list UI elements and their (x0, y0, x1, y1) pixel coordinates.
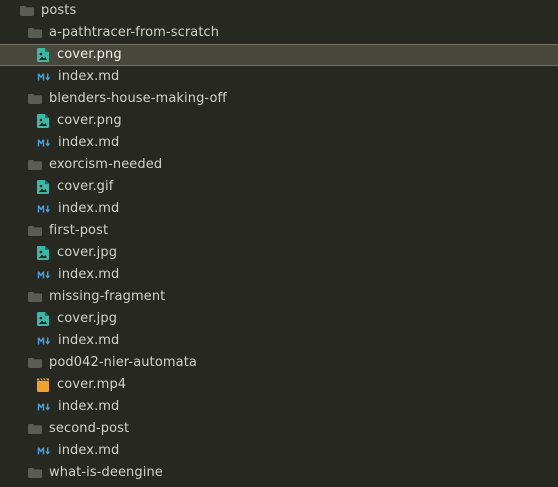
markdown-file-icon (37, 138, 51, 148)
tree-item-label: index.md (58, 201, 120, 216)
tree-folder-row[interactable]: pod042-nier-automata (0, 352, 558, 374)
tree-item-label: a-pathtracer-from-scratch (49, 25, 220, 40)
tree-file-row[interactable]: index.md (0, 330, 558, 352)
video-file-icon (37, 378, 49, 392)
tree-folder-row[interactable]: blenders-house-making-off (0, 88, 558, 110)
tree-file-row[interactable]: cover.png (0, 44, 558, 66)
image-file-icon (37, 180, 49, 194)
tree-item-label: blenders-house-making-off (49, 91, 227, 106)
image-file-icon (37, 48, 49, 62)
tree-item-label: index.md (58, 443, 120, 458)
tree-item-label: index.md (58, 333, 120, 348)
tree-item-label: first-post (49, 223, 109, 238)
tree-file-row[interactable]: index.md (0, 198, 558, 220)
tree-file-row[interactable]: index.md (0, 264, 558, 286)
tree-folder-row[interactable]: second-post (0, 418, 558, 440)
tree-item-label: pod042-nier-automata (49, 355, 197, 370)
tree-folder-row[interactable]: first-post (0, 220, 558, 242)
tree-folder-row[interactable]: what-is-deengine (0, 462, 558, 484)
folder-icon (28, 292, 42, 302)
tree-item-label: cover.jpg (57, 311, 118, 326)
folder-icon (28, 160, 42, 170)
markdown-file-icon (37, 446, 51, 456)
tree-file-row[interactable]: index.md (0, 132, 558, 154)
folder-icon (28, 226, 42, 236)
tree-folder-row[interactable]: a-pathtracer-from-scratch (0, 22, 558, 44)
tree-item-label: cover.png (57, 113, 122, 128)
tree-item-label: cover.gif (57, 179, 114, 194)
markdown-file-icon (37, 204, 51, 214)
markdown-file-icon (37, 402, 51, 412)
tree-folder-row[interactable]: posts (0, 0, 558, 22)
folder-icon (28, 468, 42, 478)
tree-folder-row[interactable]: exorcism-needed (0, 154, 558, 176)
markdown-file-icon (37, 72, 51, 82)
tree-file-row[interactable]: cover.gif (0, 176, 558, 198)
image-file-icon (37, 246, 49, 260)
folder-icon (28, 94, 42, 104)
tree-file-row[interactable]: index.md (0, 440, 558, 462)
tree-file-row[interactable]: cover.mp4 (0, 374, 558, 396)
tree-file-row[interactable]: index.md (0, 396, 558, 418)
tree-file-row[interactable]: cover.jpg (0, 308, 558, 330)
tree-item-label: second-post (49, 421, 130, 436)
tree-item-label: exorcism-needed (49, 157, 163, 172)
tree-item-label: posts (41, 3, 77, 18)
tree-file-row[interactable]: cover.jpg (0, 242, 558, 264)
tree-item-label: what-is-deengine (49, 465, 163, 480)
tree-item-label: cover.mp4 (57, 377, 127, 392)
tree-file-row[interactable]: index.md (0, 66, 558, 88)
folder-icon (28, 28, 42, 38)
tree-item-label: index.md (58, 135, 120, 150)
folder-icon (20, 6, 34, 16)
markdown-file-icon (37, 336, 51, 346)
file-tree: posts a-pathtracer-from-scratch cover.png i… (0, 0, 558, 487)
folder-icon (28, 424, 42, 434)
tree-folder-row[interactable]: missing-fragment (0, 286, 558, 308)
tree-item-label: index.md (58, 69, 120, 84)
tree-item-label: cover.png (57, 47, 122, 62)
tree-item-label: missing-fragment (49, 289, 166, 304)
tree-item-label: index.md (58, 267, 120, 282)
markdown-file-icon (37, 270, 51, 280)
tree-item-label: cover.jpg (57, 245, 118, 260)
tree-file-row[interactable]: cover.png (0, 110, 558, 132)
image-file-icon (37, 114, 49, 128)
folder-icon (28, 358, 42, 368)
image-file-icon (37, 312, 49, 326)
tree-item-label: index.md (58, 399, 120, 414)
